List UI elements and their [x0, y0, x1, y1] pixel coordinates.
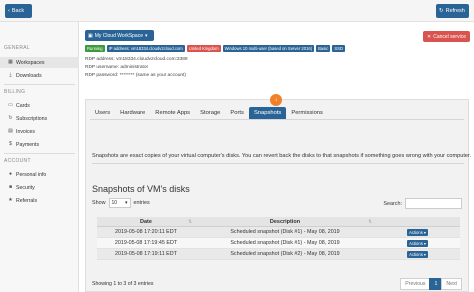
sidebar-item-invoices[interactable]: ▤ Invoices [0, 126, 79, 137]
tab-hardware[interactable]: Hardware [115, 107, 150, 119]
search-input[interactable] [405, 198, 462, 209]
cancel-service-button[interactable]: ✕ Cancel service [423, 31, 470, 42]
region-badge: United Kingdom [186, 45, 221, 52]
show-entries: Show 10 ▾ entries [92, 198, 150, 208]
rdp-password: RDP password: ******** (same as your acc… [85, 73, 186, 78]
chevron-left-icon: ‹ [8, 8, 10, 14]
top-bar: ‹ Back ↻ Refresh [0, 0, 474, 22]
tab-permissions[interactable]: Permissions [286, 107, 328, 119]
row-date: 2019-05-08 17:19:45 EDT [114, 240, 178, 246]
refresh-icon: ↻ [439, 8, 444, 14]
sidebar-heading-general: GENERAL [4, 45, 30, 51]
sidebar-heading-billing: BILLING [4, 89, 26, 95]
plan-badge: Basic [316, 45, 331, 52]
caret-down-icon: ▾ [423, 240, 426, 246]
sidebar-item-referrals[interactable]: ★ Referrals [0, 195, 79, 206]
refresh-button[interactable]: ↻ Refresh [436, 4, 469, 18]
caret-down-icon: ▾ [423, 229, 426, 235]
column-actions [375, 217, 460, 226]
sidebar-item-payments[interactable]: $ Payments [0, 139, 79, 150]
card-icon: ▭ [8, 102, 13, 108]
workspace-panel: Users Hardware Remote Apps Storage Ports… [85, 94, 472, 292]
sidebar-divider [4, 153, 75, 154]
rdp-address: RDP address: vm18334.cloudv2cloud.com:33… [85, 57, 188, 62]
arrow-down-icon: ↓ [270, 94, 282, 106]
monitor-icon: ▣ [88, 32, 93, 39]
pagination-next[interactable]: Next [441, 278, 462, 290]
chevron-down-icon: ▾ [145, 32, 148, 39]
tab-bar: Users Hardware Remote Apps Storage Ports… [90, 107, 328, 119]
invoice-icon: ▤ [8, 128, 13, 134]
back-button[interactable]: ‹ Back [5, 4, 32, 18]
divider [92, 163, 464, 164]
actions-button[interactable]: Actions ▾ [407, 250, 428, 258]
sidebar-item-security[interactable]: ■ Security [0, 182, 79, 193]
section-title: Snapshots of VM's disks [92, 184, 190, 194]
tab-ports[interactable]: Ports [225, 107, 249, 119]
sort-icon: ⇅ [368, 218, 372, 224]
pagination-previous[interactable]: Previous [400, 278, 431, 290]
row-description: Scheduled snapshot (Disk #2) - May 08, 2… [230, 251, 340, 257]
sidebar-item-downloads[interactable]: ⤓ Downloads [0, 70, 79, 81]
table-row: 2019-05-08 17:20:11 EDT Scheduled snapsh… [97, 227, 460, 238]
entries-select[interactable]: 10 ▾ [108, 198, 131, 208]
tab-snapshots[interactable]: Snapshots [248, 107, 287, 119]
sidebar-item-personal-info[interactable]: ● Personal info [0, 169, 79, 180]
subscriptions-icon: ↻ [8, 115, 13, 121]
sidebar-item-subscriptions[interactable]: ↻ Subscriptions [0, 113, 79, 124]
status-badge: Running [85, 45, 105, 52]
table-header: Date ⇅ Description ⇅ [97, 217, 460, 227]
rdp-username: RDP username: administrator [85, 65, 149, 70]
user-icon: ● [8, 171, 13, 177]
sort-icon: ⇅ [188, 218, 192, 224]
snapshots-description: Snapshots are exact copies of your virtu… [92, 153, 472, 159]
payments-icon: $ [9, 141, 12, 147]
table-search: Search: [383, 198, 462, 209]
table-info: Showing 1 to 3 of 3 entries [92, 281, 154, 287]
workspaces-icon: ▦ [8, 59, 13, 65]
tab-remote-apps[interactable]: Remote Apps [150, 107, 195, 119]
table-row: 2019-05-08 17:19:45 EDT Scheduled snapsh… [97, 238, 460, 249]
os-badge: Windows 10 multi-user (based on Server 2… [222, 45, 315, 52]
close-icon: ✕ [427, 33, 432, 40]
tab-users[interactable]: Users [90, 107, 115, 119]
main-content: ▣ My Cloud WorkSpace ▾ ✕ Cancel service … [79, 22, 474, 292]
actions-button[interactable]: Actions ▾ [407, 228, 428, 236]
tab-storage[interactable]: Storage [195, 107, 225, 119]
row-date: 2019-05-08 17:20:11 EDT [115, 229, 177, 235]
tab-divider [90, 119, 464, 120]
lock-icon: ■ [8, 184, 13, 190]
sidebar-item-workspaces[interactable]: ▦ Workspaces [0, 57, 79, 68]
row-date: 2019-05-08 17:19:11 EDT [115, 251, 177, 257]
workspace-badges: Running IP address: vm18334.cloudv2cloud… [85, 45, 345, 52]
sidebar-divider [4, 84, 75, 85]
sidebar-item-cards[interactable]: ▭ Cards [0, 100, 79, 111]
actions-button[interactable]: Actions ▾ [407, 239, 428, 247]
snapshots-table: Date ⇅ Description ⇅ 2019-05-08 17:20:11… [97, 217, 460, 260]
download-icon: ⤓ [9, 72, 12, 78]
disk-badge: SSD [332, 45, 345, 52]
row-description: Scheduled snapshot (Disk #1) - May 08, 2… [230, 240, 340, 246]
pagination: Previous 1 Next [400, 278, 462, 290]
column-description[interactable]: Description ⇅ [195, 217, 375, 226]
referrals-icon: ★ [8, 197, 13, 203]
workspace-selector[interactable]: ▣ My Cloud WorkSpace ▾ [85, 30, 154, 41]
row-description: Scheduled snapshot (Disk #1) - May 08, 2… [230, 229, 340, 235]
sidebar-heading-account: ACCOUNT [4, 158, 31, 164]
sidebar: GENERAL ▦ Workspaces ⤓ Downloads BILLING… [0, 22, 79, 292]
chevron-down-icon: ▾ [124, 200, 128, 206]
column-date[interactable]: Date ⇅ [97, 217, 195, 226]
caret-down-icon: ▾ [423, 251, 426, 257]
table-row: 2019-05-08 17:19:11 EDT Scheduled snapsh… [97, 249, 460, 260]
ip-badge: IP address: vm18334.cloudv2cloud.com [106, 45, 185, 52]
